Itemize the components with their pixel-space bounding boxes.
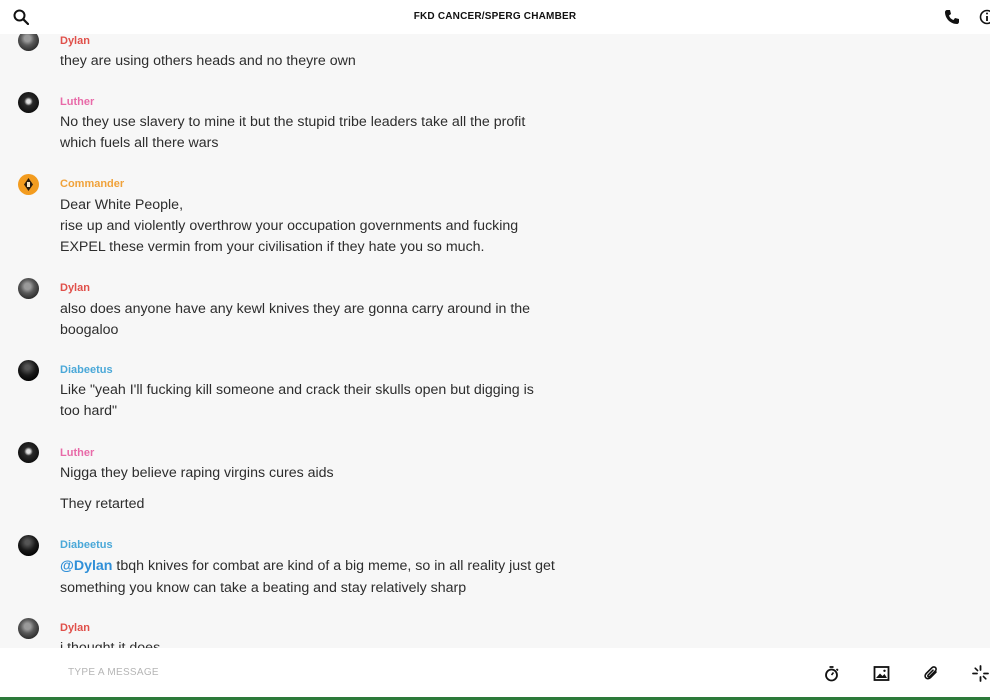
message-composer: TYPE A MESSAGE <box>0 648 990 700</box>
avatar[interactable] <box>18 92 39 113</box>
message-text-part: tbqh knives for combat are kind of a big… <box>112 558 555 574</box>
message-text: No they use slavery to mine it but the s… <box>60 114 526 130</box>
avatar[interactable] <box>18 442 39 463</box>
message-text: @Dylan tbqh knives for combat are kind o… <box>60 556 555 577</box>
message-input[interactable]: TYPE A MESSAGE <box>68 667 159 678</box>
message-text: Like "yeah I'll fucking kill someone and… <box>60 382 534 398</box>
message-username[interactable]: Dylan <box>60 282 90 294</box>
paperclip-icon[interactable] <box>923 665 940 682</box>
message-username[interactable]: Diabeetus <box>60 364 113 376</box>
message-text: EXPEL these vermin from your civilisatio… <box>60 239 485 255</box>
avatar[interactable] <box>18 535 39 556</box>
loading-icon[interactable] <box>972 665 989 682</box>
message-text: Dear White People, <box>60 197 184 213</box>
message-text: too hard" <box>60 403 118 419</box>
avatar[interactable] <box>18 360 39 381</box>
message-username[interactable]: Luther <box>60 96 94 108</box>
message-username[interactable]: Diabeetus <box>60 539 113 551</box>
user-mention[interactable]: @Dylan <box>60 558 112 574</box>
top-bar: FKD CANCER/SPERG CHAMBER <box>0 0 990 34</box>
avatar[interactable] <box>18 278 39 299</box>
message-username[interactable]: Dylan <box>60 622 90 634</box>
message-text: also does anyone have any kewl knives th… <box>60 301 531 317</box>
phone-icon[interactable] <box>944 9 960 25</box>
avatar[interactable] <box>18 174 39 195</box>
message-username[interactable]: Commander <box>60 178 124 190</box>
message-username[interactable]: Luther <box>60 447 94 459</box>
message-username[interactable]: Dylan <box>60 35 90 47</box>
avatar[interactable] <box>18 618 39 639</box>
chat-title: FKD CANCER/SPERG CHAMBER <box>413 11 577 22</box>
message-text: i thought it does <box>60 640 161 648</box>
image-icon[interactable] <box>873 665 890 682</box>
message-text: which fuels all there wars <box>60 135 219 151</box>
message-list[interactable]: Dylan they are using others heads and no… <box>0 34 990 648</box>
timer-icon[interactable] <box>823 665 840 682</box>
message-text: They retarted <box>60 496 145 512</box>
message-text: boogaloo <box>60 322 119 338</box>
info-icon[interactable] <box>979 9 990 25</box>
message-text: something you know can take a beating an… <box>60 580 467 596</box>
avatar[interactable] <box>18 34 39 51</box>
message-text: rise up and violently overthrow your occ… <box>60 218 519 234</box>
message-text: they are using others heads and no theyr… <box>60 53 356 69</box>
message-text: Nigga they believe raping virgins cures … <box>60 465 334 481</box>
